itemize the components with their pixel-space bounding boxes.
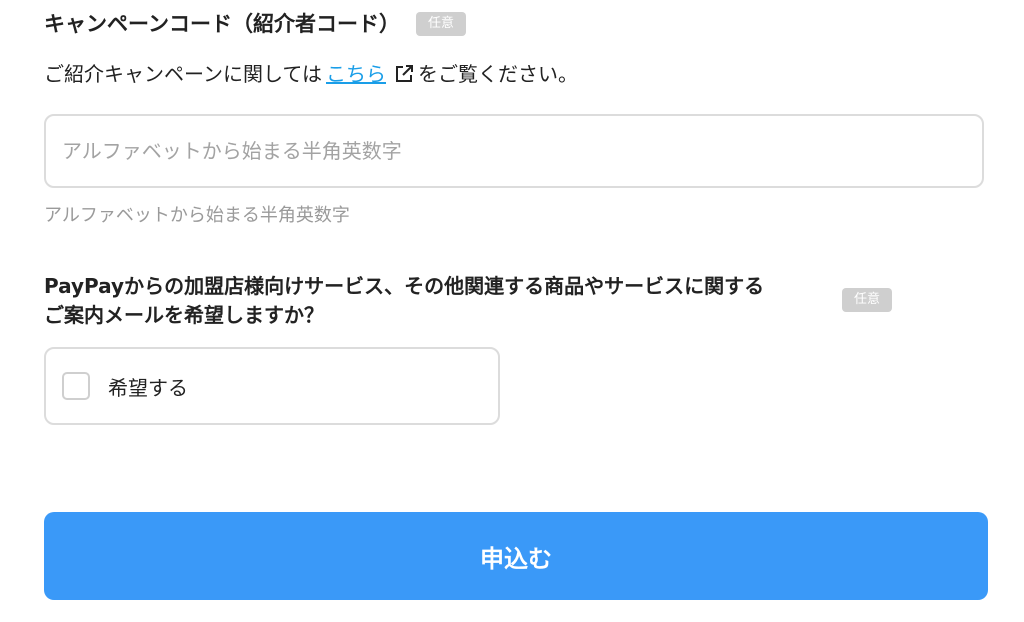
- mail-optin-question: PayPayからの加盟店様向けサービス、その他関連する商品やサービスに関する ご…: [44, 272, 904, 330]
- description-text-after: をご覧ください。: [418, 62, 578, 86]
- question-line-2: ご案内メールを希望しますか？: [44, 303, 324, 327]
- mail-optin-checkbox-label: 希望する: [108, 375, 188, 400]
- mail-optin-option[interactable]: 希望する: [44, 347, 500, 425]
- description-text-before: ご紹介キャンペーンに関しては: [44, 62, 322, 86]
- campaign-code-hint: アルファベットから始まる半角英数字: [44, 205, 350, 226]
- mail-optin-checkbox[interactable]: [62, 372, 90, 400]
- campaign-description: ご紹介キャンペーンに関しては こちら をご覧ください。: [44, 58, 578, 90]
- campaign-code-title: キャンペーンコード（紹介者コード） 任意: [44, 8, 466, 40]
- campaign-code-label: キャンペーンコード（紹介者コード）: [44, 12, 400, 36]
- campaign-code-field: [44, 114, 984, 188]
- external-link-icon[interactable]: [394, 64, 414, 84]
- optional-badge: 任意: [842, 288, 893, 312]
- mail-optin-question-text: PayPayからの加盟店様向けサービス、その他関連する商品やサービスに関する ご…: [44, 272, 834, 330]
- submit-button[interactable]: 申込む: [44, 512, 988, 600]
- campaign-info-link[interactable]: こちら: [326, 58, 386, 90]
- campaign-code-input[interactable]: [46, 116, 982, 186]
- optional-badge: 任意: [415, 12, 466, 36]
- question-line-1: PayPayからの加盟店様向けサービス、その他関連する商品やサービスに関する: [44, 274, 765, 298]
